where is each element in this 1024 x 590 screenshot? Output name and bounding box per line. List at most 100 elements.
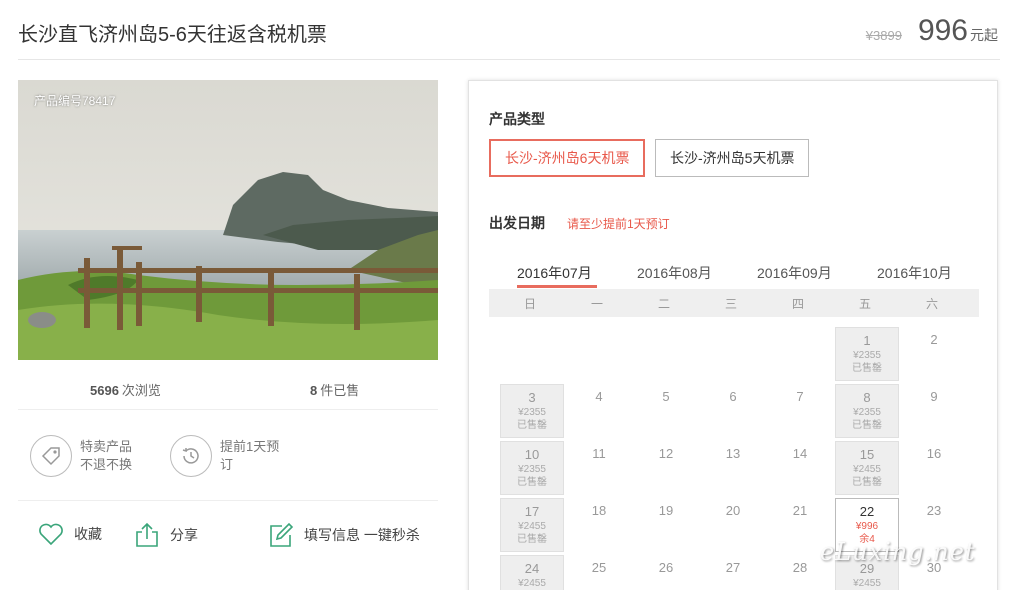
weekday-header: 日 一 二 三 四 五 六 bbox=[489, 289, 979, 317]
day-number: 4 bbox=[595, 389, 603, 404]
departure-date-label: 出发日期 bbox=[489, 215, 545, 231]
sold-count: 8 bbox=[310, 383, 318, 398]
share-button[interactable]: 分享 bbox=[134, 522, 198, 548]
day-number: 27 bbox=[725, 560, 741, 575]
day-number: 6 bbox=[729, 389, 737, 404]
calendar-day-9[interactable]: 9 bbox=[902, 384, 966, 438]
calendar-day-12[interactable]: 12 bbox=[634, 441, 698, 495]
weekday-sat: 六 bbox=[925, 297, 938, 311]
day-number: 10 bbox=[524, 447, 540, 462]
day-number: 2 bbox=[930, 332, 938, 347]
calendar-day-8[interactable]: 8 ¥2355 已售罄 bbox=[835, 384, 899, 438]
day-number: 21 bbox=[792, 503, 808, 518]
calendar-day-14[interactable]: 14 bbox=[768, 441, 832, 495]
day-number: 20 bbox=[725, 503, 741, 518]
day-number: 18 bbox=[591, 503, 607, 518]
day-number: 15 bbox=[859, 447, 875, 462]
weekday-wed: 三 bbox=[724, 297, 737, 311]
tab-month-2016-08[interactable]: 2016年08月 bbox=[637, 263, 712, 283]
day-price: ¥2355 bbox=[518, 407, 546, 418]
current-price: 996 bbox=[917, 14, 968, 47]
day-number: 26 bbox=[658, 560, 674, 575]
booking-note: 请至少提前1天预订 bbox=[567, 217, 670, 231]
share-label: 分享 bbox=[170, 527, 198, 543]
product-features: 特卖产品不退不换 提前1天预订 bbox=[18, 411, 438, 501]
tag-icon bbox=[30, 435, 72, 477]
day-number: 11 bbox=[592, 446, 606, 461]
watermark: eLuxing.net bbox=[820, 538, 976, 566]
views-count: 5696 bbox=[90, 383, 119, 398]
day-price: ¥2355 bbox=[853, 350, 881, 361]
calendar-day-17[interactable]: 17 ¥2455 已售罄 bbox=[500, 498, 564, 552]
weekday-thu: 四 bbox=[791, 297, 804, 311]
tab-month-2016-10[interactable]: 2016年10月 bbox=[877, 263, 952, 283]
day-price: ¥2355 bbox=[518, 464, 546, 475]
day-number: 17 bbox=[524, 504, 540, 519]
calendar-day-18[interactable]: 18 bbox=[567, 498, 631, 552]
feature-advance-booking: 提前1天预订 bbox=[170, 435, 284, 477]
calendar-day-19[interactable]: 19 bbox=[634, 498, 698, 552]
day-number: 3 bbox=[528, 390, 536, 405]
heart-icon bbox=[39, 523, 63, 546]
product-type-label: 产品类型 bbox=[489, 111, 545, 127]
type-option-5day[interactable]: 长沙-济州岛5天机票 bbox=[655, 139, 810, 177]
share-icon bbox=[136, 522, 158, 547]
day-number: 8 bbox=[863, 390, 871, 405]
day-status: 已售罄 bbox=[517, 534, 547, 545]
day-price: ¥2455 bbox=[518, 578, 546, 589]
tab-month-2016-09[interactable]: 2016年09月 bbox=[757, 263, 832, 283]
day-price: ¥996 bbox=[855, 521, 879, 532]
day-number: 1 bbox=[863, 333, 871, 348]
calendar-day-20[interactable]: 20 bbox=[701, 498, 765, 552]
weekday-sun: 日 bbox=[523, 297, 536, 311]
jeju-coast-image bbox=[18, 80, 438, 360]
day-price: ¥2455 bbox=[518, 521, 546, 532]
calendar-day-27[interactable]: 27 bbox=[701, 555, 765, 590]
calendar-day-2[interactable]: 2 bbox=[902, 327, 966, 381]
calendar-day-1[interactable]: 1 ¥2355 已售罄 bbox=[835, 327, 899, 381]
calendar-day-6[interactable]: 6 bbox=[701, 384, 765, 438]
views-label: 次浏览 bbox=[121, 383, 161, 398]
calendar-day-7[interactable]: 7 bbox=[768, 384, 832, 438]
calendar-day-10[interactable]: 10 ¥2355 已售罄 bbox=[500, 441, 564, 495]
day-number: 25 bbox=[591, 560, 607, 575]
product-title: 长沙直飞济州岛5-6天往返含税机票 bbox=[18, 24, 327, 46]
day-status: 已售罄 bbox=[517, 477, 547, 488]
calendar-day-11[interactable]: 11 bbox=[567, 441, 631, 495]
calendar-day-13[interactable]: 13 bbox=[701, 441, 765, 495]
calendar-day-25[interactable]: 25 bbox=[567, 555, 631, 590]
favorite-button[interactable]: 收藏 bbox=[38, 522, 102, 546]
price-unit: 元起 bbox=[970, 27, 998, 43]
day-price: ¥2355 bbox=[853, 407, 881, 418]
day-number: 7 bbox=[796, 389, 804, 404]
day-number: 12 bbox=[658, 446, 674, 461]
calendar-day-24[interactable]: 24 ¥2455 bbox=[500, 555, 564, 590]
day-number: 14 bbox=[792, 446, 808, 461]
day-number: 13 bbox=[725, 446, 741, 461]
feature-text: 特卖产品不退不换 bbox=[80, 439, 133, 472]
day-number: 16 bbox=[926, 446, 942, 461]
fill-info-label: 填写信息 一键秒杀 bbox=[304, 527, 420, 543]
booking-panel: 产品类型 长沙-济州岛6天机票 长沙-济州岛5天机票 出发日期 请至少提前1天预… bbox=[468, 80, 998, 590]
sold-label: 件已售 bbox=[320, 383, 360, 398]
calendar-day-3[interactable]: 3 ¥2355 已售罄 bbox=[500, 384, 564, 438]
fill-info-button[interactable]: 填写信息 一键秒杀 bbox=[268, 522, 420, 548]
calendar-day-4[interactable]: 4 bbox=[567, 384, 631, 438]
product-code: 产品编号78417 bbox=[34, 94, 116, 108]
product-stats: 5696 次浏览 8 件已售 bbox=[18, 370, 438, 410]
edit-icon bbox=[270, 522, 294, 547]
sold-stat: 8 件已售 bbox=[310, 380, 359, 399]
calendar-day-15[interactable]: 15 ¥2455 已售罄 bbox=[835, 441, 899, 495]
weekday-mon: 一 bbox=[590, 297, 603, 311]
day-number: 22 bbox=[859, 504, 875, 519]
calendar-day-16[interactable]: 16 bbox=[902, 441, 966, 495]
tab-month-2016-07[interactable]: 2016年07月 bbox=[517, 263, 592, 283]
product-header: 长沙直飞济州岛5-6天往返含税机票 ¥3899 996 元起 bbox=[18, 0, 1000, 60]
day-status: 已售罄 bbox=[852, 477, 882, 488]
calendar-day-5[interactable]: 5 bbox=[634, 384, 698, 438]
day-number: 24 bbox=[524, 561, 540, 576]
type-option-6day[interactable]: 长沙-济州岛6天机票 bbox=[489, 139, 646, 177]
calendar-day-26[interactable]: 26 bbox=[634, 555, 698, 590]
day-number: 5 bbox=[662, 389, 670, 404]
views-stat: 5696 次浏览 bbox=[90, 380, 161, 399]
